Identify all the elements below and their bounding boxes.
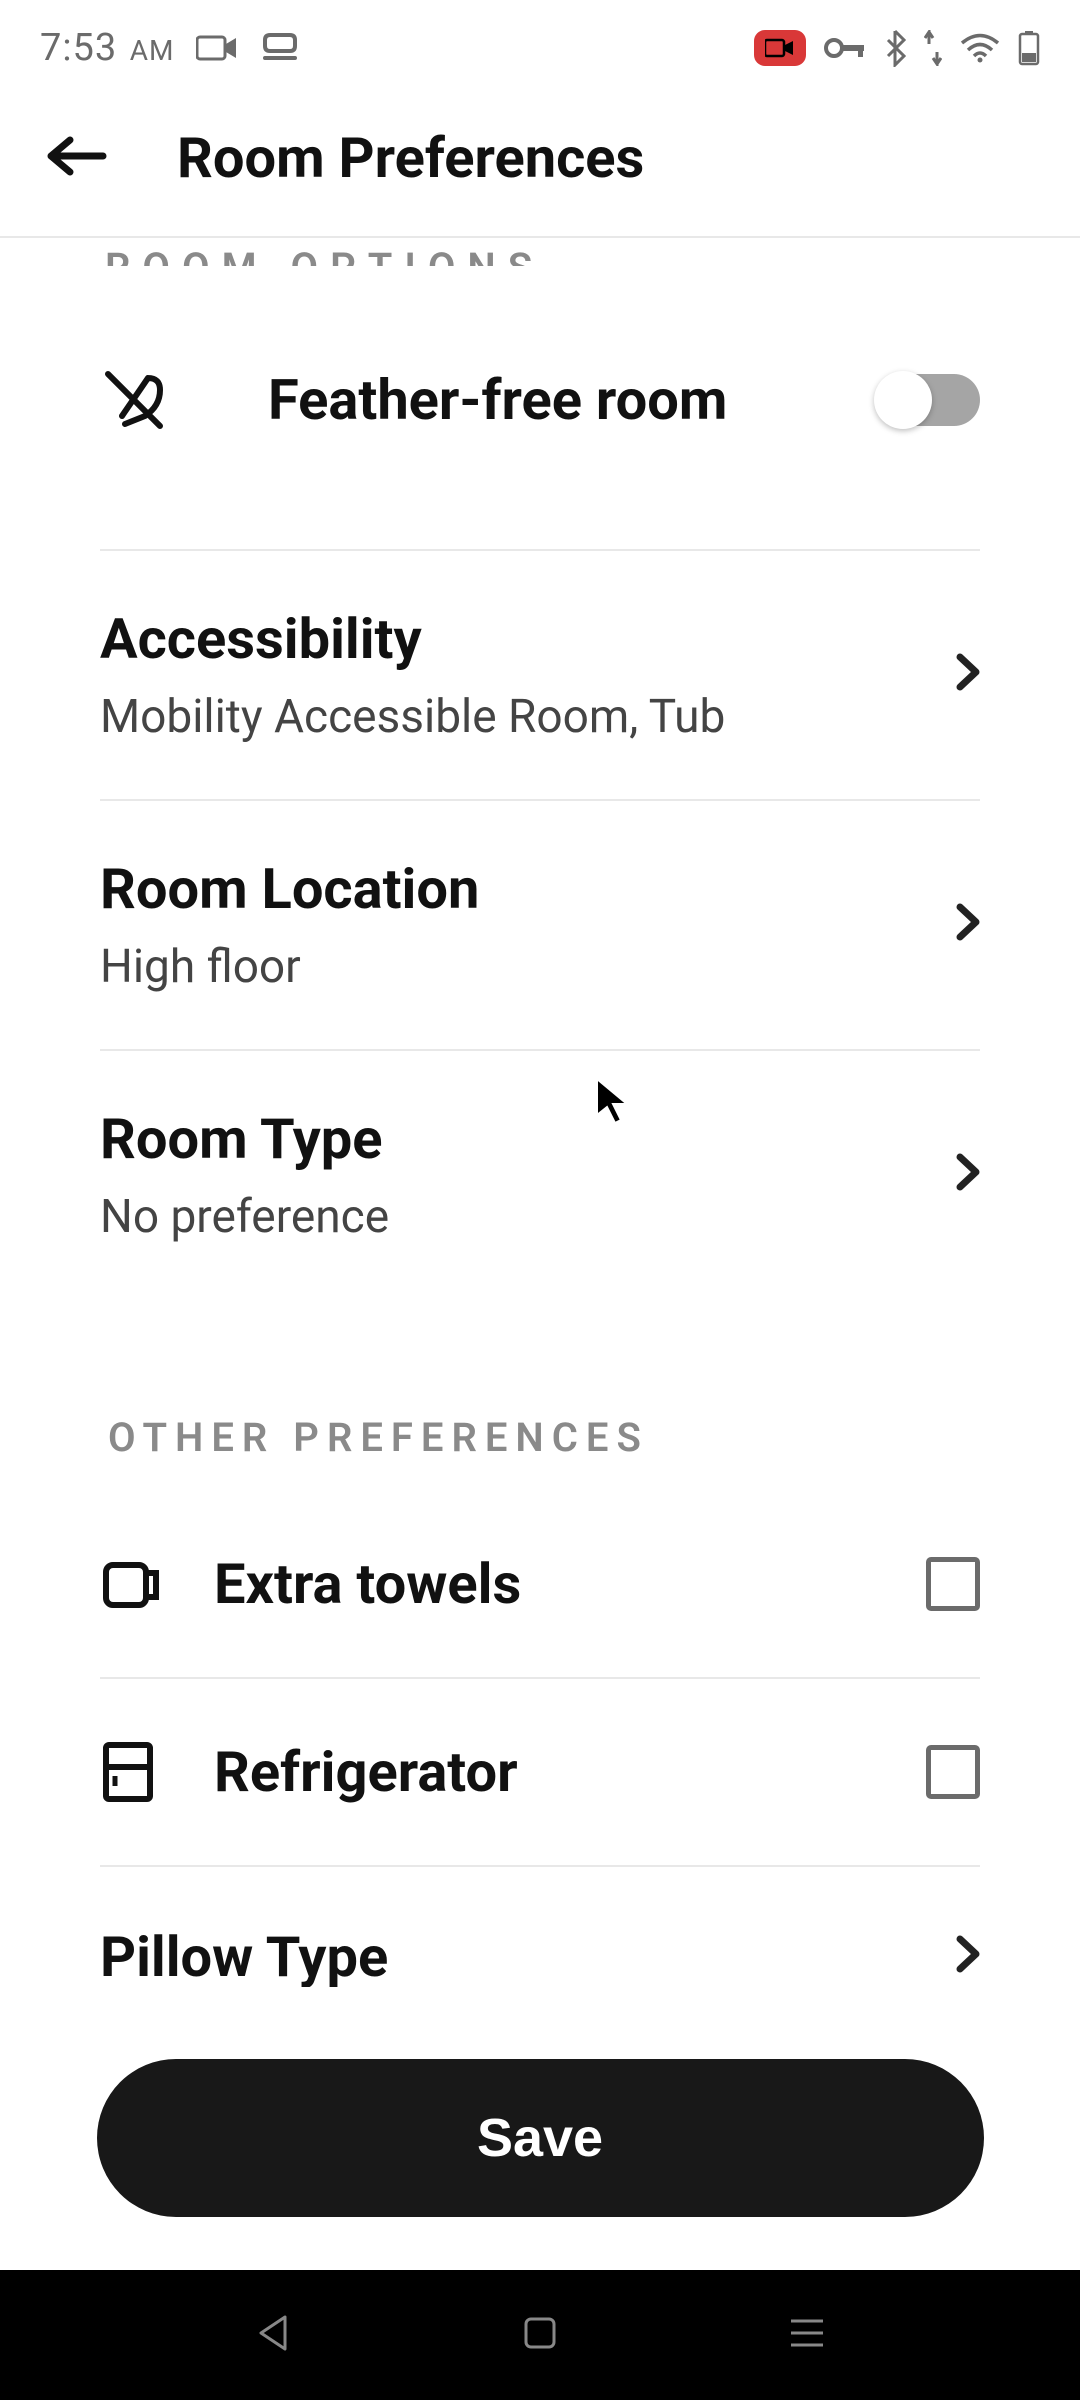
back-icon[interactable] (45, 135, 107, 181)
status-time: 7:53 AM (40, 26, 174, 70)
navigation-bar (0, 2270, 1080, 2400)
feather-free-label: Feather-free room (268, 367, 878, 433)
status-right-group (754, 29, 1040, 67)
battery-icon (1018, 30, 1040, 66)
toggle-thumb (874, 371, 932, 429)
room-type-value: No preference (100, 1190, 389, 1244)
chevron-right-icon (956, 1928, 980, 1986)
accessibility-title: Accessibility (100, 606, 725, 672)
room-location-title: Room Location (100, 856, 479, 922)
room-type-title: Room Type (100, 1106, 389, 1172)
nav-back-icon[interactable] (255, 2313, 291, 2357)
chevron-right-icon (956, 896, 980, 954)
nav-home-icon[interactable] (522, 2315, 558, 2355)
accessibility-value: Mobility Accessible Room, Tub (100, 690, 725, 744)
status-period: AM (130, 34, 175, 67)
feather-free-row[interactable]: Feather-free room (100, 266, 980, 551)
refrigerator-checkbox[interactable] (926, 1745, 980, 1799)
towels-icon (100, 1553, 162, 1615)
page-title: Room Preferences (177, 125, 644, 191)
refrigerator-row[interactable]: Refrigerator (100, 1679, 980, 1867)
feather-free-toggle[interactable] (878, 374, 980, 426)
nav-recent-icon[interactable] (789, 2317, 825, 2353)
refrigerator-label: Refrigerator (214, 1739, 926, 1805)
pillow-type-title: Pillow Type (100, 1924, 388, 1987)
camera-icon (196, 34, 238, 62)
cast-icon (260, 32, 300, 64)
extra-towels-row[interactable]: Extra towels (100, 1491, 980, 1679)
room-location-row[interactable]: Room Location High floor (100, 801, 980, 1051)
wifi-icon (960, 33, 1000, 63)
content-area: Feather-free room Accessibility Mobility… (0, 266, 1080, 1987)
chevron-right-icon (956, 1146, 980, 1204)
status-time-value: 7:53 (40, 26, 117, 70)
extra-towels-label: Extra towels (214, 1551, 926, 1617)
status-left-group: 7:53 AM (40, 26, 300, 70)
extra-towels-checkbox[interactable] (926, 1557, 980, 1611)
room-options-label: ROOM OPTIONS (105, 244, 544, 266)
chevron-right-icon (956, 646, 980, 704)
recording-badge-icon (754, 30, 806, 66)
feather-free-icon (100, 366, 168, 434)
bluetooth-icon (884, 29, 906, 67)
room-location-value: High floor (100, 940, 479, 994)
status-bar: 7:53 AM (0, 0, 1080, 95)
room-type-row[interactable]: Room Type No preference (100, 1051, 980, 1299)
cutoff-section-header: ROOM OPTIONS (0, 238, 1080, 266)
app-header: Room Preferences (0, 95, 1080, 236)
refrigerator-icon (100, 1741, 162, 1803)
save-button[interactable]: Save (97, 2059, 984, 2217)
key-icon (824, 37, 866, 59)
accessibility-row[interactable]: Accessibility Mobility Accessible Room, … (100, 551, 980, 801)
data-icon (924, 30, 942, 66)
save-container: Save (0, 2049, 1080, 2217)
other-preferences-header: OTHER PREFERENCES (100, 1299, 980, 1491)
pillow-type-row[interactable]: Pillow Type (100, 1867, 980, 1987)
